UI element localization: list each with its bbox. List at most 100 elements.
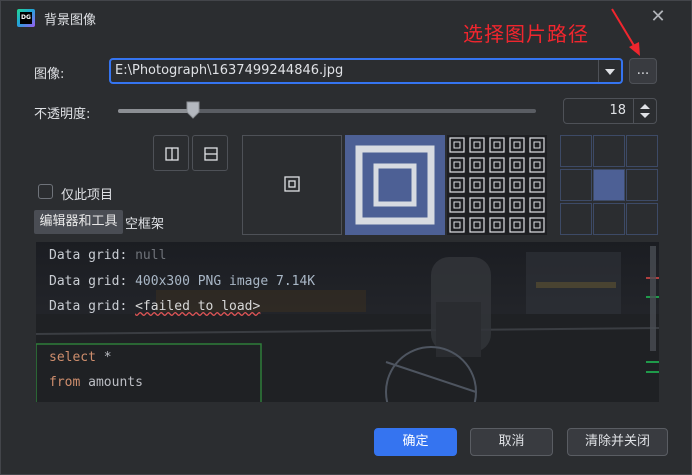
spinner-arrows[interactable] [633, 99, 656, 123]
tile-pattern-inner [453, 141, 461, 149]
fill-mode-stretch[interactable] [345, 135, 445, 235]
anchor-position-grid[interactable] [560, 135, 659, 235]
tile-pattern-cell [509, 177, 525, 193]
this-project-only-label[interactable]: 仅此项目 [61, 184, 113, 203]
preview-sql-line-2: from amounts [49, 375, 143, 390]
anchor-cell-center[interactable] [593, 169, 625, 201]
fill-mode-center[interactable] [242, 135, 342, 235]
tile-pattern-inner [453, 161, 461, 169]
opacity-slider-track[interactable] [118, 109, 536, 113]
tile-pattern-inner [513, 161, 521, 169]
tile-mode-icon [449, 137, 545, 233]
anchor-cell-bottom-right[interactable] [626, 203, 658, 235]
tile-pattern-inner [533, 161, 541, 169]
tile-pattern-cell [529, 217, 545, 233]
tile-pattern-inner [453, 221, 461, 229]
tile-pattern-inner [473, 141, 481, 149]
tile-pattern-cell [489, 137, 505, 153]
app-icon-text: DG [20, 12, 32, 24]
tile-pattern-inner [513, 201, 521, 209]
vertical-split-icon [165, 147, 179, 161]
tile-pattern-cell [509, 217, 525, 233]
clear-and-close-button[interactable]: 清除并关闭 [567, 428, 668, 456]
tile-pattern-cell [509, 157, 525, 173]
ok-button[interactable]: 确定 [374, 428, 457, 456]
preview-sql-line-1: select * [49, 350, 112, 365]
image-path-combobox[interactable]: E:\Photograph\1637499244846.jpg [109, 58, 623, 84]
tile-pattern-inner [513, 181, 521, 189]
close-icon[interactable]: ✕ [648, 7, 668, 27]
tile-pattern-inner [533, 201, 541, 209]
opacity-value[interactable]: 18 [609, 103, 626, 118]
tile-pattern-inner [493, 221, 501, 229]
tile-pattern-inner [493, 161, 501, 169]
tile-pattern-cell [489, 157, 505, 173]
tile-pattern-cell [469, 177, 485, 193]
annotation-arrow-icon [611, 8, 640, 56]
tile-pattern-inner [473, 221, 481, 229]
tile-pattern-inner [533, 141, 541, 149]
tile-pattern-cell [529, 177, 545, 193]
tile-pattern-cell [489, 177, 505, 193]
image-label: 图像: [34, 67, 65, 82]
tile-pattern-inner [453, 201, 461, 209]
flip-horizontal-button[interactable] [153, 135, 189, 171]
tile-pattern-cell [449, 177, 465, 193]
target-empty-frame[interactable]: 空框架 [125, 213, 164, 232]
anchor-cell-bottom[interactable] [593, 203, 625, 235]
tile-pattern-cell [529, 137, 545, 153]
browse-button[interactable]: ... [629, 58, 657, 84]
datagrip-app-icon: DG [17, 9, 35, 27]
tile-pattern-cell [449, 137, 465, 153]
chevron-down-icon [605, 69, 615, 75]
fill-mode-tile[interactable] [447, 135, 547, 235]
tile-pattern-cell [489, 217, 505, 233]
opacity-slider-fill [118, 109, 193, 113]
anchor-cell-left[interactable] [560, 169, 592, 201]
target-editor-and-tools[interactable]: 编辑器和工具 [34, 210, 123, 234]
preview-line-2: Data grid: 400x300 PNG image 7.14K [49, 274, 316, 289]
tile-pattern-inner [513, 141, 521, 149]
tile-pattern-inner [473, 161, 481, 169]
opacity-label: 不透明度: [34, 107, 91, 122]
tile-pattern-cell [509, 137, 525, 153]
this-project-only-checkbox[interactable] [38, 184, 53, 199]
tile-pattern-cell [469, 217, 485, 233]
opacity-spinner[interactable]: 18 [563, 98, 657, 124]
preview-line-1: Data grid: null [49, 248, 167, 263]
tile-pattern-cell [489, 197, 505, 213]
anchor-cell-top-right[interactable] [626, 135, 658, 167]
anchor-cell-top[interactable] [593, 135, 625, 167]
dialog-title: 背景图像 [44, 13, 97, 28]
path-dropdown-button[interactable] [598, 60, 621, 82]
tile-pattern-cell [449, 217, 465, 233]
image-path-value[interactable]: E:\Photograph\1637499244846.jpg [115, 63, 343, 78]
tile-pattern-cell [529, 157, 545, 173]
tile-pattern-inner [513, 221, 521, 229]
tile-pattern-inner [533, 181, 541, 189]
tile-pattern-cell [449, 157, 465, 173]
tile-pattern-cell [529, 197, 545, 213]
tile-pattern-cell [469, 137, 485, 153]
cancel-button[interactable]: 取消 [470, 428, 553, 456]
horizontal-split-icon [204, 147, 218, 161]
opacity-slider-thumb[interactable] [186, 101, 200, 119]
center-mode-icon [284, 176, 300, 192]
background-image-dialog: DG 背景图像 ✕ 选择图片路径 图像: E:\Photograph\16374… [0, 0, 692, 475]
tile-pattern-inner [493, 201, 501, 209]
preview-line-3: Data grid: <failed to load> [49, 299, 261, 314]
flip-vertical-button[interactable] [192, 135, 228, 171]
tile-pattern-inner [453, 181, 461, 189]
tile-pattern-inner [473, 181, 481, 189]
tile-pattern-cell [469, 157, 485, 173]
tile-pattern-inner [493, 181, 501, 189]
tile-pattern-cell [469, 197, 485, 213]
anchor-cell-top-left[interactable] [560, 135, 592, 167]
tile-pattern-inner [493, 141, 501, 149]
anchor-cell-bottom-left[interactable] [560, 203, 592, 235]
anchor-cell-right[interactable] [626, 169, 658, 201]
stretch-mode-icon [355, 145, 435, 225]
tile-pattern-cell [509, 197, 525, 213]
tile-pattern-inner [473, 201, 481, 209]
preview-pane: Data grid: null Data grid: 400x300 PNG i… [36, 242, 659, 402]
